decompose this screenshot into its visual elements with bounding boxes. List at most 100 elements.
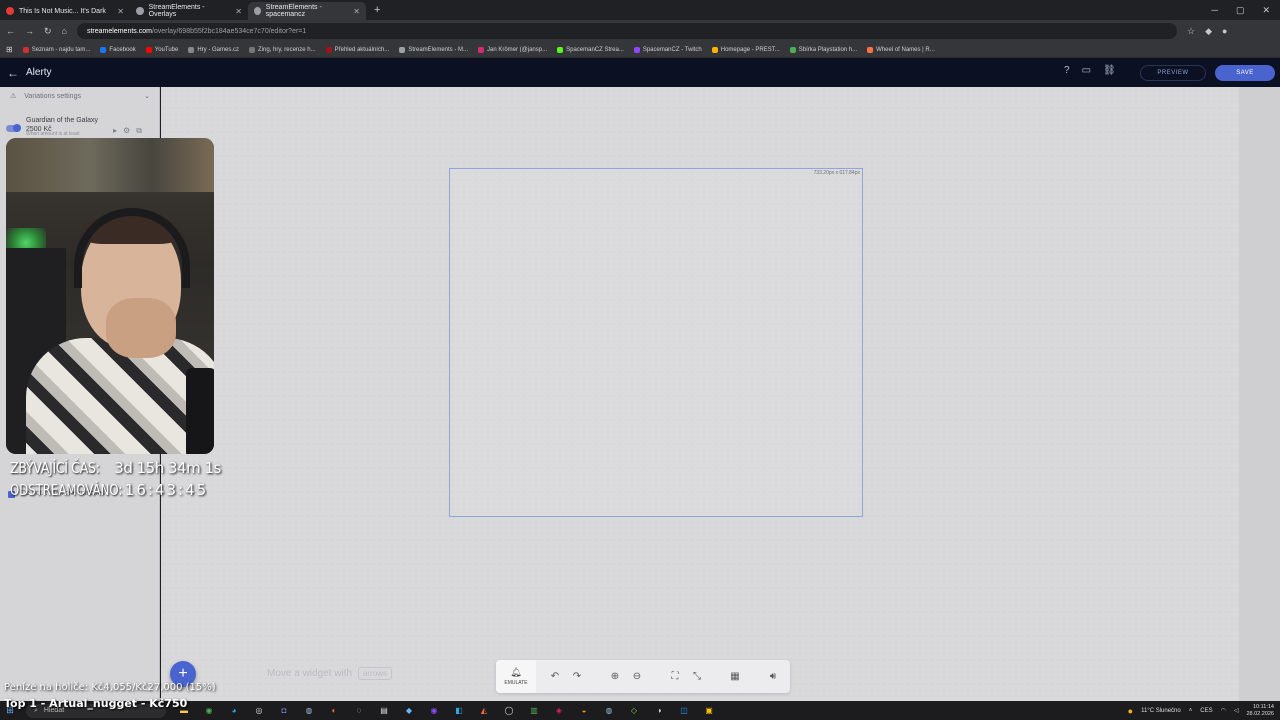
maximize-icon[interactable]: ▢ (1236, 5, 1245, 16)
new-tab-button[interactable]: + (374, 4, 380, 16)
bell-icon: 🔔︎ (510, 667, 522, 677)
app-icon[interactable]: ◆ (401, 704, 417, 718)
close-tab-icon[interactable]: ✕ (235, 7, 242, 16)
tab-editor[interactable]: StreamElements - spacemancz ✕ (248, 2, 366, 20)
close-window-icon[interactable]: ✕ (1262, 5, 1270, 16)
bookmark-item[interactable]: Seznam - najdu tam... (22, 46, 91, 53)
bookmark-item[interactable]: Hry - Games.cz (188, 46, 239, 53)
wifi-icon[interactable]: ◠ (1221, 707, 1226, 714)
app-icon[interactable]: ◈ (551, 704, 567, 718)
fit-screen-icon[interactable]: ⤡ (686, 671, 708, 682)
browser-tab-bar: This Is Not Music... It's Dark ✕ StreamE… (0, 0, 1280, 20)
app-icon[interactable]: ◑ (651, 704, 667, 718)
streamed-time-value: 16:43:45 (124, 481, 209, 499)
fullscreen-icon[interactable]: ⛶ (664, 671, 686, 682)
webcam-microphone (186, 368, 214, 454)
copy-icon[interactable]: ⧉ (136, 126, 142, 136)
profile-icon[interactable]: ● (1222, 26, 1227, 36)
variation-toggle[interactable] (6, 124, 21, 132)
discord-icon[interactable]: ◘ (276, 704, 292, 718)
overlay-stage[interactable]: 733.20px x 617.84px (449, 168, 863, 517)
gear-icon[interactable]: ⚙ (123, 126, 130, 136)
bookmark-favicon-icon (145, 46, 152, 53)
close-tab-icon[interactable]: ✕ (353, 7, 360, 16)
app-icon[interactable]: ▣ (701, 704, 717, 718)
chrome-icon[interactable]: ◉ (201, 704, 217, 718)
back-arrow-icon[interactable]: ← (0, 66, 26, 80)
bookmark-item[interactable]: StreamElements - M... (399, 46, 468, 53)
apps-grid-icon[interactable]: ⊞ (6, 45, 13, 54)
language-indicator[interactable]: CES (1200, 708, 1212, 714)
reload-icon[interactable]: ↻ (44, 26, 52, 37)
forward-icon[interactable]: → (25, 26, 34, 36)
app-icon[interactable]: ◌ (351, 704, 367, 718)
app-icon[interactable]: ◫ (676, 704, 692, 718)
variations-settings-header[interactable]: ⚠ Variations settings ⌄ (0, 87, 160, 105)
minimize-icon[interactable]: ─ (1212, 5, 1218, 16)
alert-variation-item[interactable]: Guardian of the Galaxy 2500 Kč ▸ ⚙ ⧉ (0, 112, 160, 136)
extensions-icon[interactable]: ◆ (1205, 26, 1212, 37)
bookmark-item[interactable]: Zing, hry, recenze h... (249, 46, 316, 53)
bookmark-favicon-icon (711, 46, 718, 53)
volume-icon[interactable]: 🔊︎ (762, 671, 784, 682)
link-icon[interactable]: ⛓ (1103, 65, 1116, 76)
zoom-out-icon[interactable]: ⊖ (626, 671, 648, 682)
obs-icon[interactable]: ◎ (251, 704, 267, 718)
bookmark-item[interactable]: Sbírka Playstation h... (789, 46, 858, 53)
bookmark-star-icon[interactable]: ☆ (1187, 26, 1195, 37)
app-icon[interactable]: ◭ (476, 704, 492, 718)
bookmark-label: Seznam - najdu tam... (31, 46, 91, 53)
firefox-icon[interactable]: ◐ (326, 704, 342, 718)
app-icon[interactable]: ◧ (451, 704, 467, 718)
grid-icon[interactable]: ▦ (724, 671, 746, 682)
preview-button[interactable]: PREVIEW (1140, 65, 1206, 81)
tray-chevron-icon[interactable]: ˄ (1189, 708, 1193, 714)
undo-icon[interactable]: ↶ (544, 671, 566, 682)
help-icon[interactable]: ? (1064, 65, 1070, 76)
tab-label: This Is Not Music... It's Dark (19, 7, 106, 15)
url-path: /overlay/698b55f2bc184ae534ce7c70/editor… (151, 27, 307, 35)
bookmark-label: Sbírka Playstation h... (798, 46, 858, 53)
app-icon[interactable]: ◉ (426, 704, 442, 718)
app-icon[interactable]: ◒ (576, 704, 592, 718)
bookmark-item[interactable]: Jan Krömer (@jansp... (478, 46, 547, 53)
bookmark-item[interactable]: Facebook (100, 46, 136, 53)
redo-icon[interactable]: ↷ (566, 671, 588, 682)
emulate-button[interactable]: 🔔︎ EMULATE (496, 660, 536, 693)
taskbar-clock[interactable]: 10:11:14 28.02.2026 (1246, 704, 1274, 718)
close-tab-icon[interactable]: ✕ (117, 7, 124, 16)
steam-icon[interactable]: ◍ (301, 704, 317, 718)
url-field[interactable]: streamelements.com /overlay/698b55f2bc18… (76, 23, 1177, 39)
bookmark-item[interactable]: SpacemanCZ - Twitch (633, 46, 702, 53)
app-icon[interactable]: ▥ (526, 704, 542, 718)
app-icon[interactable]: ◇ (626, 704, 642, 718)
home-icon[interactable]: ⌂ (62, 26, 67, 36)
volume-tray-icon[interactable]: ◁ (1234, 707, 1239, 714)
chevron-down-icon[interactable]: ⌄ (144, 92, 150, 100)
bookmark-item[interactable]: YouTube (145, 46, 178, 53)
bookmark-label: SpacemanCZ - Twitch (642, 46, 702, 53)
bookmark-label: Zing, hry, recenze h... (258, 46, 316, 53)
app-icon[interactable]: ▤ (376, 704, 392, 718)
system-tray: ● 11°C Slunečno ˄ CES ◠ ◁ 10:11:14 28.02… (1128, 704, 1280, 718)
bookmark-item[interactable]: Homepage - PREST... (711, 46, 780, 53)
play-icon[interactable]: ▸ (113, 126, 117, 136)
edge-icon[interactable]: ◕ (226, 704, 242, 718)
app-icon[interactable]: ◯ (501, 704, 517, 718)
zoom-in-icon[interactable]: ⊕ (604, 671, 626, 682)
address-bar-row: ← → ↻ ⌂ streamelements.com /overlay/698b… (0, 20, 1280, 42)
save-button[interactable]: SAVE (1215, 65, 1275, 81)
app-icon[interactable]: ◍ (601, 704, 617, 718)
bookmark-favicon-icon (100, 46, 107, 53)
tab-youtube[interactable]: This Is Not Music... It's Dark ✕ (0, 2, 130, 20)
bookmark-item[interactable]: SpacemanCZ Strea... (557, 46, 624, 53)
variations-label: Variations settings (24, 92, 81, 100)
bookmark-item[interactable]: Přehled aktuálních... (325, 46, 389, 53)
weather-icon[interactable]: ● (1128, 706, 1133, 716)
monitor-icon[interactable]: ▭ (1082, 65, 1091, 76)
header-icons: ? ▭ ⛓ (1064, 65, 1116, 76)
bookmark-favicon-icon (399, 46, 406, 53)
bookmark-item[interactable]: Wheel of Names | R... (867, 46, 935, 53)
tab-overlays[interactable]: StreamElements - Overlays ✕ (130, 2, 248, 20)
back-icon[interactable]: ← (6, 26, 15, 36)
